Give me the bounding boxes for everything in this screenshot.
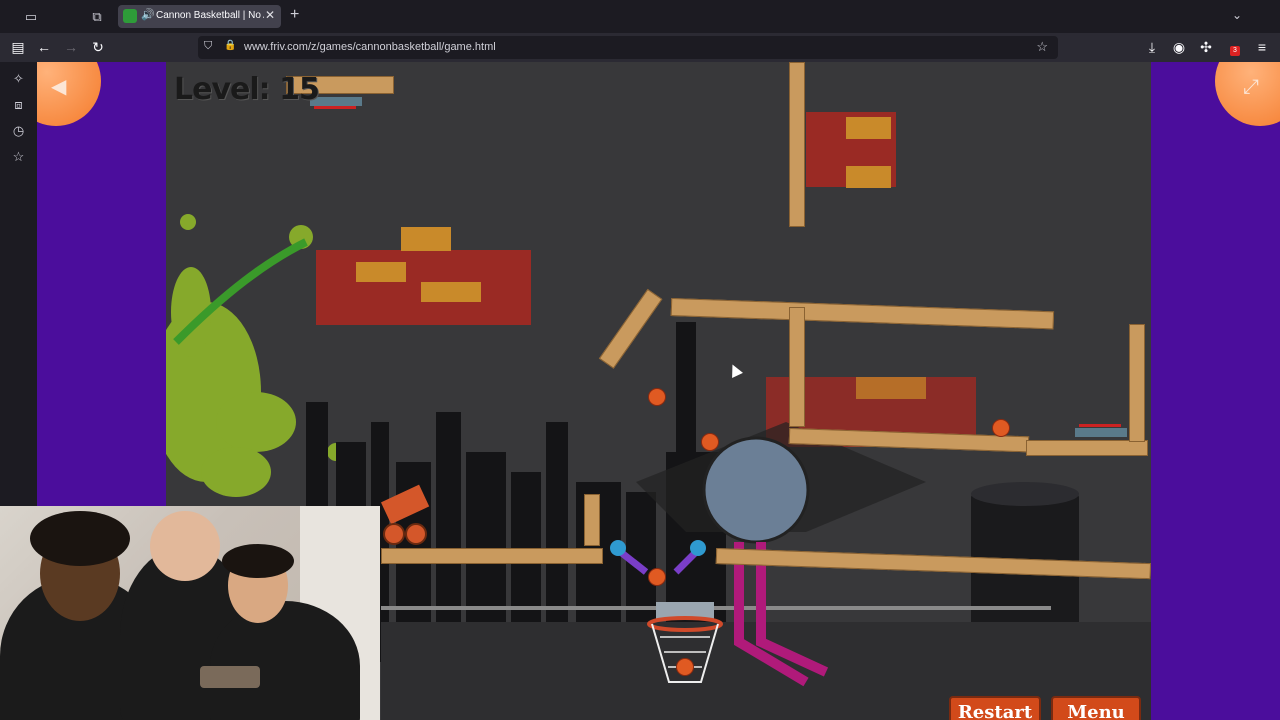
- brick-wall-patch: [316, 112, 976, 447]
- hamburger-icon[interactable]: ≡: [1253, 38, 1271, 56]
- extension-badge[interactable]: 3: [1226, 38, 1244, 56]
- friv-favicon-icon: [123, 9, 137, 23]
- plank-vertical-right: [1129, 324, 1145, 442]
- star-icon[interactable]: ☆: [1036, 39, 1048, 55]
- chevron-down-icon[interactable]: ⌄: [1232, 8, 1242, 22]
- bookmarks-star-icon[interactable]: ☆: [10, 148, 27, 165]
- sidebar-button-icon[interactable]: ▤: [9, 38, 27, 56]
- url-text[interactable]: www.friv.com/z/games/cannonbasketball/ga…: [244, 41, 496, 53]
- sidebar-toggle-icon[interactable]: ▭: [22, 8, 40, 26]
- plank-small-post: [584, 494, 600, 546]
- plank-vertical-middle: [789, 307, 805, 427]
- restart-button[interactable]: Restart: [949, 696, 1041, 720]
- phone-in-hand: [200, 666, 260, 688]
- sparkle-icon[interactable]: ✧: [10, 70, 27, 87]
- basketball: [648, 568, 666, 586]
- person-left-hair: [30, 511, 130, 566]
- navigation-bar: ▤ ← → ↻ ⛉ 🔒 www.friv.com/z/games/cannonb…: [0, 33, 1280, 62]
- tab-title: Cannon Basketball | No Ads: [156, 10, 264, 21]
- person-right: [210, 601, 360, 720]
- level-indicator: Level: 15: [174, 72, 320, 107]
- fullscreen-button[interactable]: ⤢: [1215, 62, 1280, 126]
- tab-active[interactable]: 🔊 Cannon Basketball | No Ads ✕: [118, 5, 281, 28]
- arrow-right-icon[interactable]: →: [62, 38, 80, 56]
- fullscreen-icon: ⤢: [1243, 76, 1259, 98]
- webcam-overlay: [0, 506, 380, 720]
- triangle-left-icon: ◀: [51, 76, 67, 98]
- url-bar[interactable]: ⛉ 🔒 www.friv.com/z/games/cannonbasketbal…: [198, 36, 1058, 59]
- synced-tabs-icon[interactable]: ⧈: [10, 96, 27, 113]
- basketball: [676, 658, 694, 676]
- menu-button[interactable]: Menu: [1051, 696, 1141, 720]
- lock-icon[interactable]: 🔒: [224, 40, 236, 51]
- reload-icon[interactable]: ↻: [89, 38, 107, 56]
- plank-vertical-top: [789, 62, 805, 227]
- person-right-hair: [222, 544, 294, 578]
- tab-overview-icon[interactable]: ⧉: [88, 8, 106, 26]
- basketball: [648, 388, 666, 406]
- puzzle-icon[interactable]: ✣: [1197, 38, 1215, 56]
- speaker-icon[interactable]: 🔊: [141, 8, 155, 21]
- account-icon[interactable]: ◉: [1170, 38, 1188, 56]
- basketball: [992, 419, 1010, 437]
- plus-icon[interactable]: +: [290, 6, 299, 24]
- plank-right-end: [1026, 440, 1148, 456]
- download-icon[interactable]: ⤓: [1143, 38, 1161, 56]
- tab-bar: ▭ ⧉ 🔊 Cannon Basketball | No Ads ✕ + ⌄: [0, 0, 1280, 33]
- history-icon[interactable]: ◷: [10, 122, 27, 139]
- person-middle-face: [150, 511, 220, 581]
- basketball: [701, 433, 719, 451]
- plank-left-floor: [381, 548, 603, 564]
- shield-icon[interactable]: ⛉: [204, 40, 212, 53]
- arrow-left-icon[interactable]: ←: [35, 38, 53, 56]
- heavy-ball: [702, 436, 810, 544]
- close-icon[interactable]: ✕: [265, 8, 275, 22]
- back-button[interactable]: ◀: [37, 62, 101, 126]
